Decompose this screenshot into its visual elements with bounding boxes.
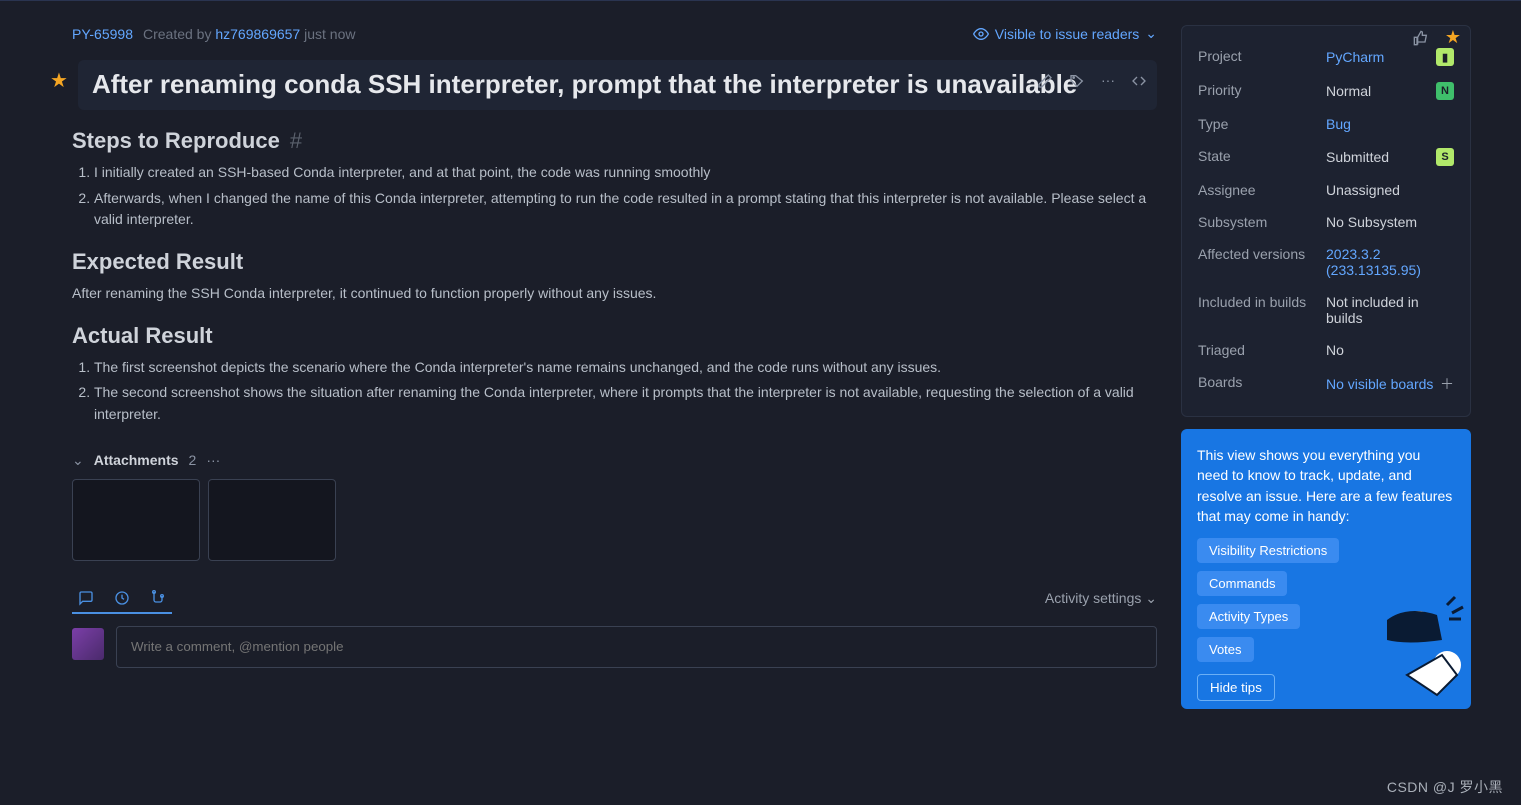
vcs-tab-icon[interactable]	[150, 589, 166, 606]
hide-tips-button[interactable]: Hide tips	[1197, 674, 1275, 701]
watermark: CSDN @J 罗小黑	[1387, 777, 1503, 797]
attachment-thumbnail[interactable]	[72, 479, 200, 561]
star-icon[interactable]: ★	[1445, 27, 1461, 48]
priority-label: Priority	[1198, 82, 1326, 98]
edit-icon[interactable]	[1037, 72, 1053, 89]
included-value[interactable]: Not included in builds	[1326, 294, 1454, 326]
properties-panel: ProjectPyCharm▮ PriorityNormalN TypeBug …	[1181, 25, 1471, 417]
issue-title[interactable]: After renaming conda SSH interpreter, pr…	[92, 70, 1143, 100]
affected-label: Affected versions	[1198, 246, 1326, 262]
favorite-star-icon[interactable]: ★	[50, 68, 68, 93]
state-label: State	[1198, 148, 1326, 164]
priority-badge-icon: N	[1436, 82, 1454, 100]
issue-id-link[interactable]: PY-65998	[72, 26, 133, 42]
subsystem-label: Subsystem	[1198, 214, 1326, 230]
boards-label: Boards	[1198, 374, 1326, 390]
thumb-up-icon[interactable]	[1413, 29, 1429, 46]
step-item: I initially created an SSH-based Conda i…	[94, 162, 1157, 184]
actual-item: The second screenshot shows the situatio…	[94, 382, 1157, 425]
attachments-count: 2	[189, 452, 197, 468]
boards-value[interactable]: No visible boards	[1326, 376, 1436, 392]
chevron-down-icon[interactable]: ⌄	[72, 452, 84, 469]
more-icon[interactable]: ···	[206, 452, 220, 468]
expected-heading: Expected Result	[72, 249, 1157, 275]
assignee-label: Assignee	[1198, 182, 1326, 198]
triaged-value[interactable]: No	[1326, 342, 1454, 358]
tip-pill-activity[interactable]: Activity Types	[1197, 604, 1300, 629]
tips-illustration	[1347, 585, 1467, 705]
assignee-value[interactable]: Unassigned	[1326, 182, 1454, 198]
expected-text: After renaming the SSH Conda interpreter…	[72, 283, 1157, 305]
add-board-icon[interactable]: ＋	[1440, 374, 1454, 394]
history-tab-icon[interactable]	[114, 589, 130, 606]
code-icon[interactable]	[1131, 72, 1147, 89]
timestamp: just now	[304, 26, 355, 42]
state-value[interactable]: Submitted	[1326, 149, 1428, 165]
chevron-down-icon: ⌄	[1145, 25, 1157, 42]
visibility-dropdown[interactable]: Visible to issue readers ⌄	[973, 25, 1157, 42]
project-label: Project	[1198, 48, 1326, 64]
title-container: After renaming conda SSH interpreter, pr…	[78, 60, 1157, 110]
more-icon[interactable]: ···	[1101, 72, 1115, 89]
tip-pill-votes[interactable]: Votes	[1197, 637, 1254, 662]
step-item: Afterwards, when I changed the name of t…	[94, 188, 1157, 231]
activity-settings-dropdown[interactable]: Activity settings ⌄	[1045, 590, 1157, 607]
triaged-label: Triaged	[1198, 342, 1326, 358]
included-label: Included in builds	[1198, 294, 1326, 310]
author-link[interactable]: hz769869657	[215, 26, 300, 42]
project-value[interactable]: PyCharm	[1326, 49, 1428, 65]
anchor-icon[interactable]: #	[290, 128, 302, 154]
state-badge-icon: S	[1436, 148, 1454, 166]
steps-heading: Steps to Reproduce #	[72, 128, 1157, 154]
actual-item: The first screenshot depicts the scenari…	[94, 357, 1157, 379]
actual-heading: Actual Result	[72, 323, 1157, 349]
tip-pill-commands[interactable]: Commands	[1197, 571, 1287, 596]
tip-pill-visibility[interactable]: Visibility Restrictions	[1197, 538, 1339, 563]
tips-panel: This view shows you everything you need …	[1181, 429, 1471, 709]
pycharm-badge-icon: ▮	[1436, 48, 1454, 66]
type-value[interactable]: Bug	[1326, 116, 1454, 132]
comments-tab-icon[interactable]	[78, 589, 94, 606]
subsystem-value[interactable]: No Subsystem	[1326, 214, 1454, 230]
priority-value[interactable]: Normal	[1326, 83, 1428, 99]
visibility-label: Visible to issue readers	[995, 26, 1139, 42]
comment-input[interactable]	[116, 626, 1157, 668]
affected-value[interactable]: 2023.3.2 (233.13135.95)	[1326, 246, 1454, 278]
issue-meta: PY-65998 Created by hz769869657 just now	[72, 26, 355, 42]
avatar	[72, 628, 104, 660]
created-by-label: Created by	[143, 26, 211, 42]
attachments-label[interactable]: Attachments	[94, 452, 179, 468]
type-label: Type	[1198, 116, 1326, 132]
tag-icon[interactable]	[1069, 72, 1085, 89]
chevron-down-icon: ⌄	[1145, 590, 1157, 606]
attachment-thumbnail[interactable]	[208, 479, 336, 561]
tips-body: This view shows you everything you need …	[1197, 445, 1455, 526]
